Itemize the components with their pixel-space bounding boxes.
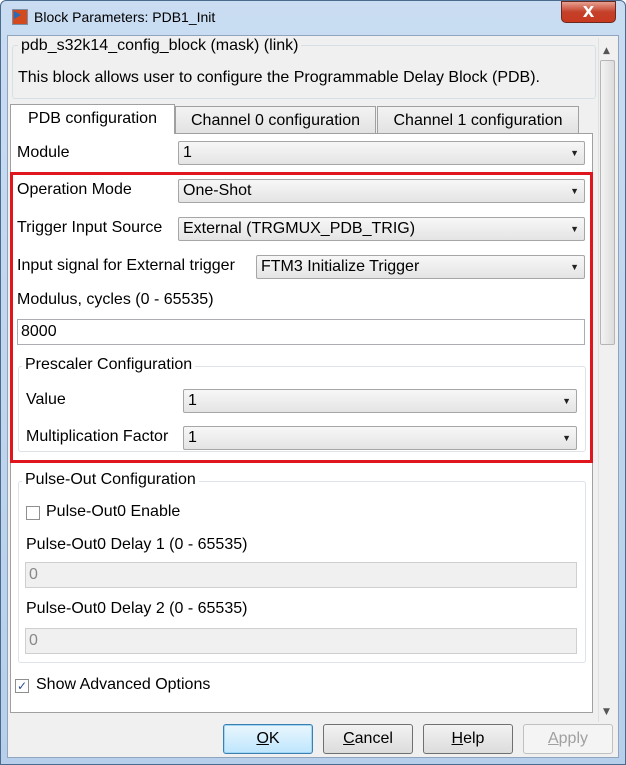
pulse-out0-enable-checkbox[interactable] (26, 506, 40, 520)
highlight-box (10, 172, 593, 463)
ok-button[interactable]: OK (223, 724, 313, 754)
pulse-out0-delay1-label: Pulse-Out0 Delay 1 (0 - 65535) (26, 536, 248, 553)
show-advanced-label: Show Advanced Options (36, 676, 211, 693)
cancel-button[interactable]: Cancel (323, 724, 413, 754)
tab-channel-0-configuration[interactable]: Channel 0 configuration (175, 106, 376, 133)
module-select[interactable]: 1 ▼ (178, 141, 585, 165)
pulse-out-group-title: Pulse-Out Configuration (22, 471, 199, 489)
simulink-block-icon (12, 9, 28, 25)
show-advanced-checkbox[interactable]: ✓ (15, 679, 29, 693)
window-title: Block Parameters: PDB1_Init (34, 9, 216, 25)
ok-label: K (268, 730, 280, 747)
ok-mnemonic: O (256, 730, 269, 747)
mask-description: This block allows user to configure the … (18, 69, 540, 86)
mask-title: pdb_s32k14_config_block (mask) (link) (18, 37, 302, 55)
title-bar[interactable]: Block Parameters: PDB1_Init X (0, 0, 626, 36)
help-button[interactable]: Help (423, 724, 513, 754)
apply-label: pply (558, 730, 589, 747)
pulse-out0-delay1-input[interactable]: 0 (25, 562, 577, 588)
tab-pdb-configuration[interactable]: PDB configuration (10, 104, 175, 134)
tab-channel-1-configuration[interactable]: Channel 1 configuration (377, 106, 579, 133)
pulse-out0-enable-label: Pulse-Out0 Enable (46, 503, 181, 520)
scrollbar-thumb[interactable] (600, 60, 615, 345)
scroll-down-icon[interactable]: ▼ (603, 707, 610, 717)
cancel-mnemonic: C (343, 730, 355, 747)
close-button[interactable]: X (561, 1, 616, 23)
cancel-label: ancel (354, 730, 393, 747)
apply-button[interactable]: Apply (523, 724, 613, 754)
help-mnemonic: H (451, 730, 464, 747)
module-label: Module (17, 144, 70, 161)
pulse-out0-delay2-label: Pulse-Out0 Delay 2 (0 - 65535) (26, 600, 248, 617)
apply-mnemonic: A (547, 730, 559, 747)
dropdown-arrow-icon: ▼ (570, 148, 579, 158)
scroll-up-icon[interactable]: ▲ (603, 46, 610, 56)
pulse-out0-delay2-input[interactable]: 0 (25, 628, 577, 654)
help-label: elp (463, 730, 485, 747)
module-value: 1 (183, 144, 192, 161)
